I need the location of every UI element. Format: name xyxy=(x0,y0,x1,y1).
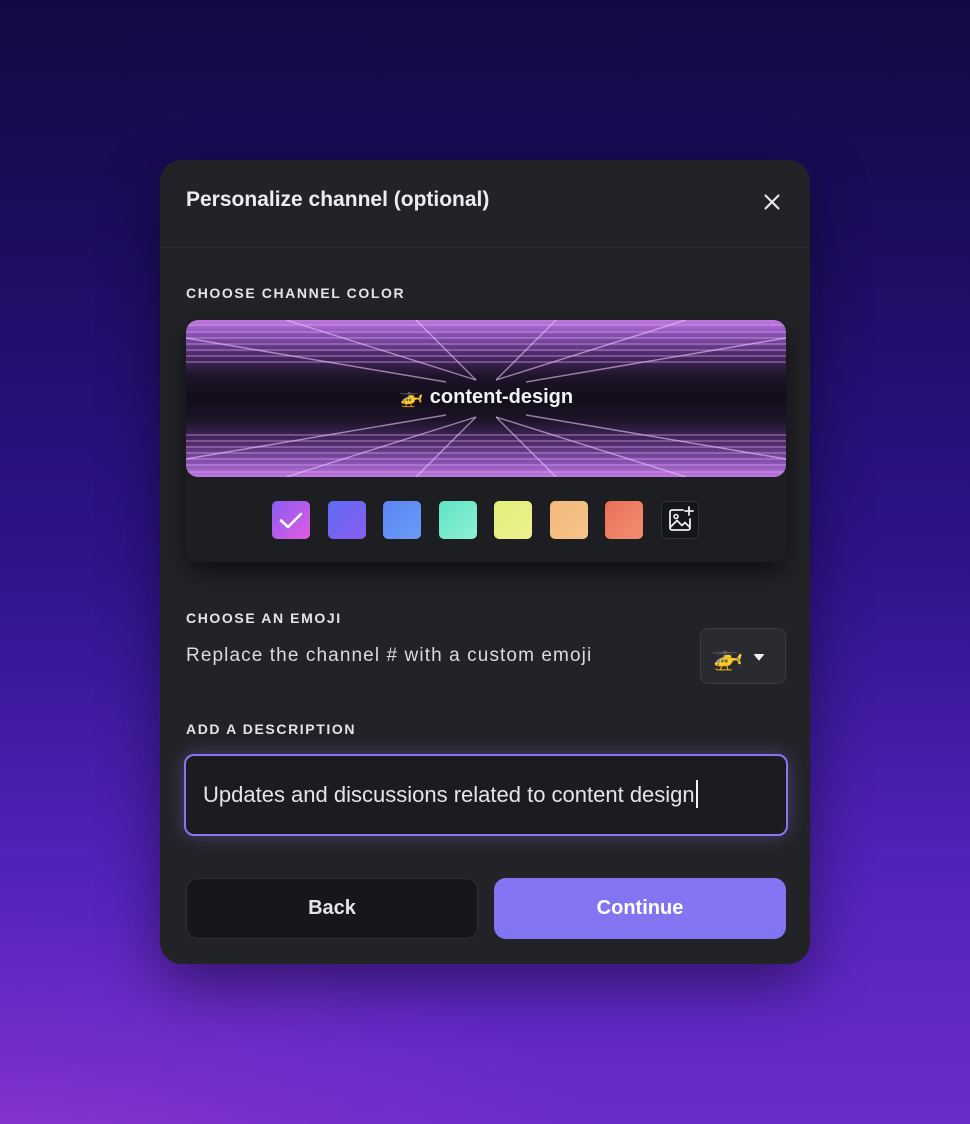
color-swatch-orange[interactable] xyxy=(550,501,588,539)
image-add-icon xyxy=(669,506,694,531)
text-cursor xyxy=(695,780,698,809)
emoji-picker-button[interactable]: 🚁 xyxy=(700,628,786,684)
description-input[interactable]: Updates and discussions related to conte… xyxy=(184,754,788,836)
description-heading: ADD A DESCRIPTION xyxy=(186,721,357,737)
channel-emoji: 🚁 xyxy=(398,386,424,408)
caret-down-icon xyxy=(754,654,764,661)
color-swatch-coral[interactable] xyxy=(605,501,643,539)
continue-button[interactable]: Continue xyxy=(494,878,786,939)
color-swatch-yellow[interactable] xyxy=(494,501,532,539)
close-icon xyxy=(764,194,780,210)
personalize-channel-dialog: Personalize channel (optional) CHOOSE CH… xyxy=(160,160,810,964)
color-swatch-purple-pink[interactable] xyxy=(272,501,310,539)
checkmark-icon xyxy=(279,512,303,529)
channel-preview-label: 🚁 content-design xyxy=(186,384,786,409)
color-swatch-mint[interactable] xyxy=(439,501,477,539)
dialog-header: Personalize channel (optional) xyxy=(160,160,810,248)
color-swatch-blue[interactable] xyxy=(383,501,421,539)
channel-banner-preview: 🚁 content-design xyxy=(186,320,786,477)
upload-image-button[interactable] xyxy=(661,501,699,539)
emoji-heading: CHOOSE AN EMOJI xyxy=(186,610,342,626)
emoji-description: Replace the channel # with a custom emoj… xyxy=(186,645,593,666)
close-button[interactable] xyxy=(758,188,786,216)
selected-emoji: 🚁 xyxy=(711,641,744,671)
dialog-title: Personalize channel (optional) xyxy=(186,188,490,211)
channel-color-panel: 🚁 content-design xyxy=(186,320,786,562)
color-swatch-indigo[interactable] xyxy=(328,501,366,539)
back-button[interactable]: Back xyxy=(186,878,478,939)
description-text: Updates and discussions related to conte… xyxy=(203,782,695,807)
channel-name: content-design xyxy=(429,386,574,408)
channel-color-heading: CHOOSE CHANNEL COLOR xyxy=(186,285,406,301)
